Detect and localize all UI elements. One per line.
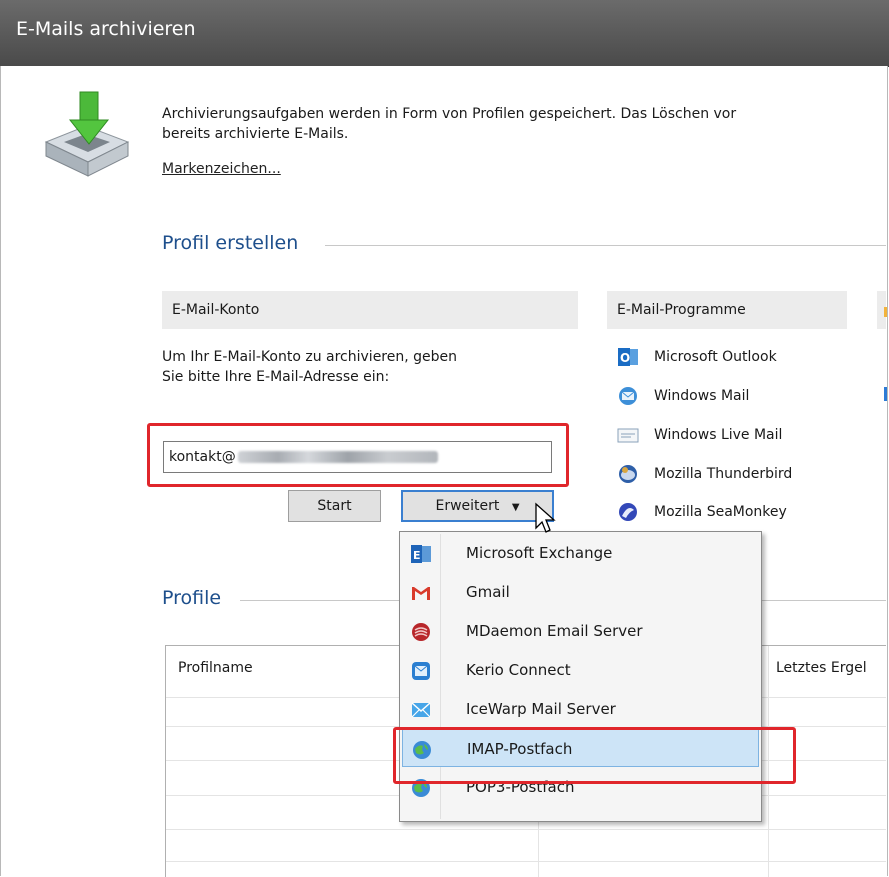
program-label: Microsoft Outlook <box>654 349 777 365</box>
menu-item-label: Kerio Connect <box>466 661 571 679</box>
menu-item-label: MDaemon Email Server <box>466 622 643 640</box>
table-row <box>166 829 886 830</box>
redacted-domain <box>237 451 438 463</box>
program-label: Mozilla SeaMonkey <box>654 504 787 520</box>
thunderbird-icon <box>619 465 637 483</box>
advanced-dropdown-button[interactable]: Erweitert ▼ <box>401 490 554 522</box>
intro-text: Archivierungsaufgaben werden in Form von… <box>162 104 736 144</box>
advanced-label: Erweitert <box>435 498 500 514</box>
svg-text:E: E <box>413 549 421 562</box>
profiles-divider-right <box>762 600 886 601</box>
program-label: Mozilla Thunderbird <box>654 466 793 482</box>
window-title-bar: E-Mails archivieren <box>0 0 889 67</box>
svg-text:O: O <box>620 351 630 365</box>
profiles-divider <box>240 600 400 601</box>
menu-item-label: IceWarp Mail Server <box>466 700 616 718</box>
email-input[interactable]: kontakt@ <box>163 441 552 473</box>
imap-highlight-box <box>393 727 796 784</box>
account-column-header: E-Mail-Konto <box>162 291 578 329</box>
menu-item-label: Microsoft Exchange <box>466 544 613 562</box>
menu-item-exchange[interactable]: E Microsoft Exchange <box>402 534 759 572</box>
icewarp-icon <box>411 702 431 718</box>
desc-line-1: Um Ihr E-Mail-Konto zu archivieren, gebe… <box>162 349 458 365</box>
cut-off-icon-2 <box>884 387 887 401</box>
menu-item-mdaemon[interactable]: MDaemon Email Server <box>402 612 759 650</box>
archive-download-icon <box>44 91 130 177</box>
account-header-label: E-Mail-Konto <box>172 302 260 318</box>
cut-off-icon <box>884 307 887 317</box>
program-label: Windows Mail <box>654 388 750 404</box>
section-divider <box>325 245 886 246</box>
email-value: kontakt@ <box>169 449 236 465</box>
account-description: Um Ihr E-Mail-Konto zu archivieren, gebe… <box>162 347 457 387</box>
menu-item-label: Gmail <box>466 583 510 601</box>
menu-item-kerio[interactable]: Kerio Connect <box>402 651 759 689</box>
create-profile-heading: Profil erstellen <box>162 232 299 254</box>
kerio-icon <box>412 662 430 680</box>
intro-line-1: Archivierungsaufgaben werden in Form von… <box>162 106 737 122</box>
program-label: Windows Live Mail <box>654 427 783 443</box>
window-title: E-Mails archivieren <box>16 18 196 40</box>
mdaemon-icon <box>412 623 430 641</box>
dropdown-arrow-icon: ▼ <box>511 502 520 513</box>
trademark-link[interactable]: Markenzeichen... <box>162 161 281 177</box>
programs-column-header: E-Mail-Programme <box>607 291 847 329</box>
gmail-icon <box>412 587 430 600</box>
seamonkey-icon <box>619 503 637 521</box>
outlook-icon: O <box>618 348 638 366</box>
column-last-result[interactable]: Letztes Ergel <box>776 660 867 676</box>
table-row <box>166 861 886 862</box>
menu-item-gmail[interactable]: Gmail <box>402 573 759 611</box>
mouse-cursor-icon <box>535 502 556 533</box>
column-profile-name[interactable]: Profilname <box>178 660 253 676</box>
profiles-heading: Profile <box>162 587 222 609</box>
intro-line-2: bereits archivierte E-Mails. <box>162 126 349 142</box>
start-button[interactable]: Start <box>288 490 381 522</box>
windows-live-mail-icon <box>617 428 639 443</box>
exchange-icon: E <box>411 545 431 563</box>
desc-line-2: Sie bitte Ihre E-Mail-Adresse ein: <box>162 369 390 385</box>
menu-item-icewarp[interactable]: IceWarp Mail Server <box>402 690 759 728</box>
windows-mail-icon <box>619 387 637 405</box>
programs-header-label: E-Mail-Programme <box>617 302 746 318</box>
